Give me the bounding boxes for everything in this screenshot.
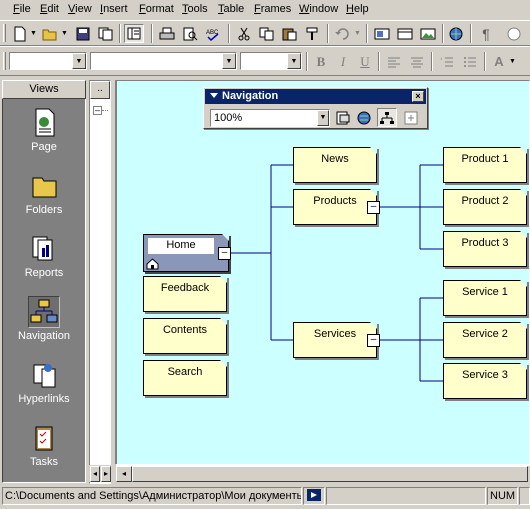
- status-bar: C:\Documents and Settings\Администратор\…: [0, 485, 530, 509]
- node-label: Service 1: [462, 286, 508, 298]
- node-label: Product 3: [461, 237, 509, 249]
- node-label: Product 1: [461, 153, 509, 165]
- folder-scroll: ◂ ▸: [89, 465, 113, 482]
- home-collapse-icon[interactable]: –: [218, 247, 231, 260]
- node-label: Contents: [162, 324, 208, 336]
- node-label: Services: [313, 328, 357, 340]
- node-label: Service 3: [462, 369, 508, 381]
- node-label: Service 2: [462, 328, 508, 340]
- node-label: Product 2: [461, 195, 509, 207]
- portrait-landscape-icon[interactable]: [333, 108, 353, 127]
- node-home-label: Home: [148, 238, 214, 254]
- node-product-1[interactable]: Product 1: [443, 147, 527, 183]
- services-collapse-icon[interactable]: –: [367, 334, 380, 347]
- toolbar-menu-icon[interactable]: [210, 93, 218, 98]
- navigation-toolbar-title[interactable]: Navigation ×: [205, 89, 426, 104]
- connection-icon: [303, 487, 325, 505]
- view-subtree-icon[interactable]: [377, 108, 397, 127]
- node-product-2[interactable]: Product 2: [443, 189, 527, 225]
- num-lock-indicator: NUM: [487, 487, 518, 505]
- node-label: Feedback: [160, 282, 210, 294]
- node-product-3[interactable]: Product 3: [443, 231, 527, 267]
- products-collapse-icon[interactable]: –: [367, 201, 380, 214]
- node-news[interactable]: News: [293, 147, 377, 183]
- scroll-left-icon[interactable]: ◂: [116, 466, 132, 482]
- node-products[interactable]: Products: [293, 189, 377, 225]
- node-home[interactable]: Home: [143, 234, 229, 272]
- home-icon: [146, 257, 159, 270]
- node-contents[interactable]: Contents: [143, 318, 227, 354]
- chevron-down-icon: ▼: [317, 110, 329, 126]
- canvas-border: [116, 81, 117, 464]
- navigation-toolbar-title-text: Navigation: [222, 90, 279, 102]
- scroll-left-icon[interactable]: ◂: [90, 466, 100, 482]
- node-service-2[interactable]: Service 2: [443, 322, 527, 358]
- view-external-links-icon[interactable]: [355, 108, 375, 127]
- node-services[interactable]: Services: [293, 322, 377, 358]
- close-icon[interactable]: ×: [412, 91, 424, 102]
- scroll-right-icon[interactable]: ▸: [101, 466, 111, 482]
- node-service-3[interactable]: Service 3: [443, 363, 527, 399]
- zoom-value: 100%: [214, 112, 243, 124]
- node-feedback[interactable]: Feedback: [143, 276, 227, 312]
- node-label: News: [321, 153, 349, 165]
- status-pane-empty: [326, 487, 486, 505]
- zoom-select[interactable]: 100% ▼: [210, 109, 330, 127]
- status-pane-end: [519, 487, 530, 505]
- navigation-toolbar[interactable]: Navigation × 100% ▼: [203, 87, 428, 129]
- node-label: Products: [313, 195, 357, 207]
- node-search[interactable]: Search: [143, 360, 227, 396]
- status-path: C:\Documents and Settings\Администратор\…: [2, 487, 302, 505]
- included-in-navigation-icon[interactable]: [401, 108, 421, 127]
- node-label: Search: [167, 366, 203, 378]
- horizontal-scrollbar[interactable]: ◂: [116, 465, 530, 482]
- scroll-thumb[interactable]: [132, 466, 528, 482]
- node-service-1[interactable]: Service 1: [443, 280, 527, 316]
